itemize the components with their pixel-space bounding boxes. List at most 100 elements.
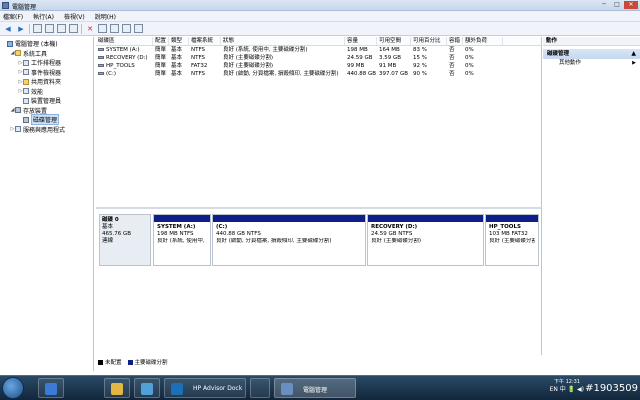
box-icon bbox=[23, 69, 29, 76]
start-button[interactable] bbox=[2, 377, 24, 399]
cell-type: 基本 bbox=[171, 55, 183, 61]
forward-icon[interactable]: ▶ bbox=[16, 24, 26, 34]
column-header-fault-tolerance[interactable]: 容錯 bbox=[447, 37, 463, 45]
column-header-status[interactable]: 狀態 bbox=[221, 37, 345, 45]
taskbar-computer-management[interactable]: 電腦管理 bbox=[274, 378, 356, 398]
column-header-volume[interactable]: 磁碟區 bbox=[96, 37, 153, 45]
tree-item[interactable]: ▷ 共用資料夾 bbox=[0, 77, 93, 87]
close-button[interactable]: ✕ bbox=[624, 1, 638, 9]
volume-list-header: 磁碟區 配置 類型 檔案系統 狀態 容量 可用空間 可用百分比 容錯 額外負荷 bbox=[96, 37, 541, 46]
watermark: #1903509 bbox=[585, 383, 638, 394]
hp-icon bbox=[171, 383, 183, 395]
media-player-icon bbox=[141, 383, 153, 395]
cell-capacity: 198 MB bbox=[347, 47, 368, 53]
partition-system[interactable]: SYSTEM (A:) 198 MB NTFS 良好 (系統, 使用中, 主 bbox=[153, 214, 211, 266]
menu-file[interactable]: 檔案(F) bbox=[3, 12, 23, 21]
partition-recovery[interactable]: RECOVERY (D:) 24.59 GB NTFS 良好 (主要磁碟分割) bbox=[367, 214, 484, 266]
tree-item[interactable]: ▷ 工作排程器 bbox=[0, 58, 93, 68]
column-header-layout[interactable]: 配置 bbox=[153, 37, 169, 45]
tree-item[interactable]: 電腦管理 (本機) bbox=[0, 39, 93, 49]
delete-icon[interactable]: ✕ bbox=[85, 24, 95, 34]
cell-layout: 簡單 bbox=[155, 47, 167, 53]
cell-filesystem: FAT32 bbox=[191, 63, 208, 69]
system-tray[interactable]: EN 中 🔋 ◀) bbox=[550, 384, 584, 393]
disk-name: 磁碟 0 bbox=[102, 217, 119, 223]
legend-label-unallocated: 未配置 bbox=[105, 360, 122, 366]
tree-item-label: 服務與應用程式 bbox=[23, 126, 66, 134]
disk-type: 基本 bbox=[102, 224, 114, 230]
actions-section-disk-management[interactable]: 磁碟管理 ▲ bbox=[543, 49, 640, 59]
taskbar-ie[interactable] bbox=[38, 378, 64, 398]
column-header-capacity[interactable]: 容量 bbox=[345, 37, 377, 45]
folder-icon bbox=[111, 383, 123, 395]
taskbar-app-label: HP Advisor Dock bbox=[193, 385, 243, 392]
menu-help[interactable]: 說明(H) bbox=[95, 12, 116, 21]
cell-percent-free: 83 % bbox=[413, 47, 427, 53]
tree-item[interactable]: ▷ 事件檢視器 bbox=[0, 68, 93, 78]
show-hide-tree-icon[interactable] bbox=[45, 24, 54, 33]
table-row[interactable]: SYSTEM (A:) 簡單 基本 NTFS 良好 (系統, 使用中, 主要磁碟分割) 1… bbox=[96, 46, 541, 54]
taskbar-media-player[interactable] bbox=[134, 378, 160, 398]
table-row[interactable]: HP_TOOLS 簡單 基本 FAT32 良好 (主要磁碟分割) 99 MB 91 MB 92… bbox=[96, 62, 541, 70]
partition-bar bbox=[486, 215, 538, 222]
tree-item-label: 裝置管理員 bbox=[31, 98, 62, 106]
cell-status: 良好 (主要磁碟分割) bbox=[223, 55, 274, 61]
table-row[interactable]: (C:) 簡單 基本 NTFS 良好 (啟動, 分頁檔案, 損毀傾印, 主要磁碟分割) 4… bbox=[96, 70, 541, 78]
cell-overhead: 0% bbox=[465, 71, 474, 77]
partition-bar bbox=[368, 215, 483, 222]
cell-filesystem: NTFS bbox=[191, 47, 206, 53]
column-header-percent-free[interactable]: 可用百分比 bbox=[411, 37, 447, 45]
back-icon[interactable]: ◀ bbox=[3, 24, 13, 34]
cell-capacity: 440.88 GB bbox=[347, 71, 377, 77]
rescan-icon[interactable] bbox=[110, 24, 119, 33]
menu-action[interactable]: 執行(A) bbox=[33, 12, 54, 21]
column-header-overhead[interactable]: 額外負荷 bbox=[463, 37, 503, 45]
tree-item[interactable]: ▷ 效能 bbox=[0, 87, 93, 97]
export-icon[interactable] bbox=[134, 24, 143, 33]
tree-item[interactable]: 磁碟管理 bbox=[0, 114, 93, 126]
action-more-actions[interactable]: 其他動作 ▶ bbox=[543, 59, 640, 68]
window-title: 電腦管理 bbox=[12, 4, 37, 11]
column-header-free-space[interactable]: 可用空間 bbox=[377, 37, 411, 45]
partition-c[interactable]: (C:) 440.88 GB NTFS 良好 (啟動, 分頁檔案, 損毀傾印, … bbox=[212, 214, 366, 266]
maximize-button[interactable]: □ bbox=[611, 1, 623, 9]
paste-icon[interactable] bbox=[122, 24, 131, 33]
toolbar: ◀ ▶ ✕ bbox=[0, 22, 640, 36]
partition-status: 良好 (主要磁碟分割) bbox=[371, 238, 422, 244]
volume-name: RECOVERY (D:) bbox=[106, 55, 148, 61]
cell-type: 基本 bbox=[171, 71, 183, 77]
open-icon[interactable] bbox=[98, 24, 107, 33]
folder-icon bbox=[15, 50, 21, 57]
table-row[interactable]: RECOVERY (D:) 簡單 基本 NTFS 良好 (主要磁碟分割) 24.59 GB… bbox=[96, 54, 541, 62]
column-header-type[interactable]: 類型 bbox=[169, 37, 189, 45]
collapse-caret-icon[interactable]: ▲ bbox=[631, 49, 636, 59]
partition-hp-tools[interactable]: HP_TOOLS 103 MB FAT32 良好 (主要磁碟分割) bbox=[485, 214, 539, 266]
minimize-button[interactable]: ─ bbox=[598, 1, 610, 9]
tree-item-label: 效能 bbox=[31, 88, 44, 96]
legend-swatch-unallocated bbox=[98, 359, 103, 365]
volume-name: HP_TOOLS bbox=[106, 63, 135, 69]
disk-info[interactable]: 磁碟 0 基本 465.76 GB 連線 bbox=[99, 214, 151, 266]
volume-icon bbox=[98, 64, 104, 67]
properties-icon[interactable] bbox=[57, 24, 66, 33]
disk-icon bbox=[15, 107, 21, 114]
tree-item[interactable]: 裝置管理員 bbox=[0, 96, 93, 106]
partition-name: RECOVERY (D:) bbox=[371, 224, 418, 230]
cell-overhead: 0% bbox=[465, 47, 474, 53]
box-icon bbox=[23, 88, 29, 95]
tree-item[interactable]: ▷ 服務與應用程式 bbox=[0, 125, 93, 135]
ie-icon bbox=[45, 383, 57, 395]
up-level-icon[interactable] bbox=[33, 24, 42, 33]
actions-header: 動作 bbox=[543, 37, 640, 46]
cell-free-space: 397.07 GB bbox=[379, 71, 409, 77]
taskbar-hp-advisor[interactable]: HP Advisor Dock bbox=[164, 378, 246, 398]
menu-view[interactable]: 檢視(V) bbox=[64, 12, 85, 21]
cell-type: 基本 bbox=[171, 47, 183, 53]
cell-volume: HP_TOOLS bbox=[96, 62, 153, 70]
taskbar-app[interactable] bbox=[250, 378, 270, 398]
taskbar-explorer[interactable] bbox=[104, 378, 130, 398]
column-header-filesystem[interactable]: 檔案系統 bbox=[189, 37, 221, 45]
help-icon[interactable] bbox=[69, 24, 78, 33]
tree-item[interactable]: ◢ 系統工具 bbox=[0, 49, 93, 59]
taskbar: HP Advisor Dock 電腦管理 下午 12:31 EN 中 🔋 ◀) … bbox=[0, 375, 640, 400]
